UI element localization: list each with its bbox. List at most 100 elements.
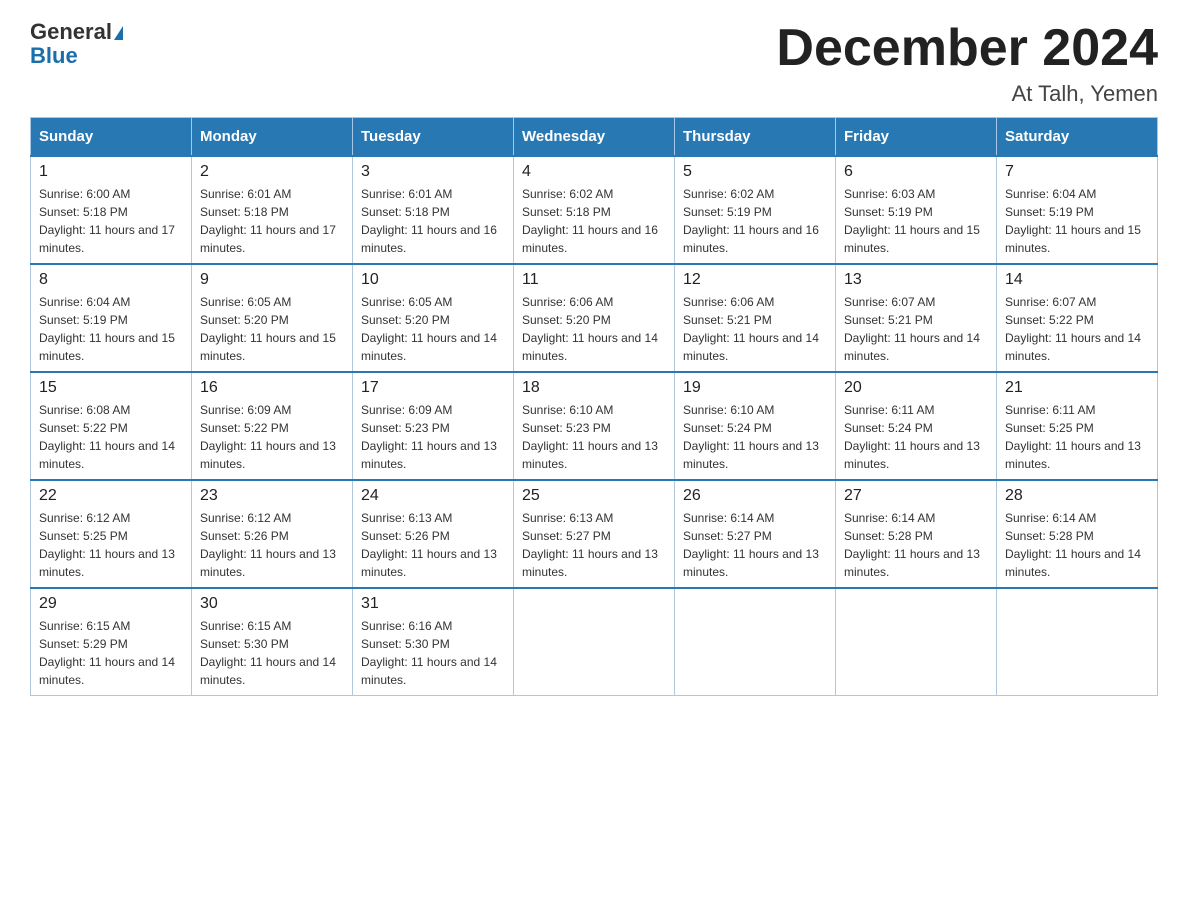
calendar-cell: 5 Sunrise: 6:02 AM Sunset: 5:19 PM Dayli… — [675, 156, 836, 264]
day-info: Sunrise: 6:11 AM Sunset: 5:24 PM Dayligh… — [844, 401, 988, 473]
week-row-3: 15 Sunrise: 6:08 AM Sunset: 5:22 PM Dayl… — [31, 372, 1158, 480]
day-info: Sunrise: 6:09 AM Sunset: 5:22 PM Dayligh… — [200, 401, 344, 473]
day-number: 21 — [1005, 379, 1149, 397]
day-number: 23 — [200, 487, 344, 505]
day-info: Sunrise: 6:04 AM Sunset: 5:19 PM Dayligh… — [39, 293, 183, 365]
day-number: 8 — [39, 271, 183, 289]
day-info: Sunrise: 6:14 AM Sunset: 5:28 PM Dayligh… — [844, 509, 988, 581]
day-number: 30 — [200, 595, 344, 613]
week-row-2: 8 Sunrise: 6:04 AM Sunset: 5:19 PM Dayli… — [31, 264, 1158, 372]
calendar-cell: 16 Sunrise: 6:09 AM Sunset: 5:22 PM Dayl… — [192, 372, 353, 480]
calendar-cell: 20 Sunrise: 6:11 AM Sunset: 5:24 PM Dayl… — [836, 372, 997, 480]
calendar-cell: 28 Sunrise: 6:14 AM Sunset: 5:28 PM Dayl… — [997, 480, 1158, 588]
day-info: Sunrise: 6:01 AM Sunset: 5:18 PM Dayligh… — [200, 185, 344, 257]
day-number: 31 — [361, 595, 505, 613]
day-info: Sunrise: 6:02 AM Sunset: 5:19 PM Dayligh… — [683, 185, 827, 257]
day-info: Sunrise: 6:05 AM Sunset: 5:20 PM Dayligh… — [200, 293, 344, 365]
calendar-cell: 2 Sunrise: 6:01 AM Sunset: 5:18 PM Dayli… — [192, 156, 353, 264]
day-info: Sunrise: 6:13 AM Sunset: 5:27 PM Dayligh… — [522, 509, 666, 581]
calendar-cell: 15 Sunrise: 6:08 AM Sunset: 5:22 PM Dayl… — [31, 372, 192, 480]
header-tuesday: Tuesday — [353, 118, 514, 157]
day-info: Sunrise: 6:04 AM Sunset: 5:19 PM Dayligh… — [1005, 185, 1149, 257]
header-friday: Friday — [836, 118, 997, 157]
day-info: Sunrise: 6:12 AM Sunset: 5:25 PM Dayligh… — [39, 509, 183, 581]
week-row-1: 1 Sunrise: 6:00 AM Sunset: 5:18 PM Dayli… — [31, 156, 1158, 264]
logo-triangle-icon — [114, 26, 123, 40]
day-number: 15 — [39, 379, 183, 397]
calendar-cell: 11 Sunrise: 6:06 AM Sunset: 5:20 PM Dayl… — [514, 264, 675, 372]
day-number: 11 — [522, 271, 666, 289]
calendar-cell: 24 Sunrise: 6:13 AM Sunset: 5:26 PM Dayl… — [353, 480, 514, 588]
week-row-4: 22 Sunrise: 6:12 AM Sunset: 5:25 PM Dayl… — [31, 480, 1158, 588]
day-number: 5 — [683, 163, 827, 181]
header-saturday: Saturday — [997, 118, 1158, 157]
logo: General Blue — [30, 20, 123, 68]
day-info: Sunrise: 6:16 AM Sunset: 5:30 PM Dayligh… — [361, 617, 505, 689]
calendar-cell: 31 Sunrise: 6:16 AM Sunset: 5:30 PM Dayl… — [353, 588, 514, 696]
day-info: Sunrise: 6:07 AM Sunset: 5:22 PM Dayligh… — [1005, 293, 1149, 365]
logo-general-text: General — [30, 19, 112, 44]
calendar-table: SundayMondayTuesdayWednesdayThursdayFrid… — [30, 117, 1158, 696]
day-info: Sunrise: 6:14 AM Sunset: 5:27 PM Dayligh… — [683, 509, 827, 581]
day-number: 7 — [1005, 163, 1149, 181]
header-monday: Monday — [192, 118, 353, 157]
calendar-cell: 10 Sunrise: 6:05 AM Sunset: 5:20 PM Dayl… — [353, 264, 514, 372]
logo-blue-text: Blue — [30, 43, 78, 68]
day-info: Sunrise: 6:06 AM Sunset: 5:21 PM Dayligh… — [683, 293, 827, 365]
day-info: Sunrise: 6:02 AM Sunset: 5:18 PM Dayligh… — [522, 185, 666, 257]
day-number: 14 — [1005, 271, 1149, 289]
calendar-cell: 14 Sunrise: 6:07 AM Sunset: 5:22 PM Dayl… — [997, 264, 1158, 372]
calendar-cell: 21 Sunrise: 6:11 AM Sunset: 5:25 PM Dayl… — [997, 372, 1158, 480]
calendar-subtitle: At Talh, Yemen — [776, 81, 1158, 107]
day-number: 10 — [361, 271, 505, 289]
calendar-cell: 13 Sunrise: 6:07 AM Sunset: 5:21 PM Dayl… — [836, 264, 997, 372]
calendar-cell: 18 Sunrise: 6:10 AM Sunset: 5:23 PM Dayl… — [514, 372, 675, 480]
day-number: 13 — [844, 271, 988, 289]
day-info: Sunrise: 6:07 AM Sunset: 5:21 PM Dayligh… — [844, 293, 988, 365]
day-number: 20 — [844, 379, 988, 397]
calendar-cell: 26 Sunrise: 6:14 AM Sunset: 5:27 PM Dayl… — [675, 480, 836, 588]
title-block: December 2024 At Talh, Yemen — [776, 20, 1158, 107]
day-info: Sunrise: 6:11 AM Sunset: 5:25 PM Dayligh… — [1005, 401, 1149, 473]
day-info: Sunrise: 6:10 AM Sunset: 5:23 PM Dayligh… — [522, 401, 666, 473]
page-header: General Blue December 2024 At Talh, Yeme… — [30, 20, 1158, 107]
calendar-cell: 19 Sunrise: 6:10 AM Sunset: 5:24 PM Dayl… — [675, 372, 836, 480]
day-number: 27 — [844, 487, 988, 505]
day-info: Sunrise: 6:08 AM Sunset: 5:22 PM Dayligh… — [39, 401, 183, 473]
day-number: 16 — [200, 379, 344, 397]
calendar-cell: 12 Sunrise: 6:06 AM Sunset: 5:21 PM Dayl… — [675, 264, 836, 372]
day-info: Sunrise: 6:15 AM Sunset: 5:29 PM Dayligh… — [39, 617, 183, 689]
calendar-cell — [514, 588, 675, 696]
day-info: Sunrise: 6:00 AM Sunset: 5:18 PM Dayligh… — [39, 185, 183, 257]
header-wednesday: Wednesday — [514, 118, 675, 157]
calendar-cell: 7 Sunrise: 6:04 AM Sunset: 5:19 PM Dayli… — [997, 156, 1158, 264]
day-number: 22 — [39, 487, 183, 505]
calendar-cell — [675, 588, 836, 696]
week-row-5: 29 Sunrise: 6:15 AM Sunset: 5:29 PM Dayl… — [31, 588, 1158, 696]
calendar-cell — [836, 588, 997, 696]
calendar-cell: 22 Sunrise: 6:12 AM Sunset: 5:25 PM Dayl… — [31, 480, 192, 588]
day-number: 2 — [200, 163, 344, 181]
day-info: Sunrise: 6:15 AM Sunset: 5:30 PM Dayligh… — [200, 617, 344, 689]
calendar-cell: 9 Sunrise: 6:05 AM Sunset: 5:20 PM Dayli… — [192, 264, 353, 372]
day-number: 3 — [361, 163, 505, 181]
day-number: 26 — [683, 487, 827, 505]
day-info: Sunrise: 6:13 AM Sunset: 5:26 PM Dayligh… — [361, 509, 505, 581]
day-info: Sunrise: 6:06 AM Sunset: 5:20 PM Dayligh… — [522, 293, 666, 365]
calendar-cell: 3 Sunrise: 6:01 AM Sunset: 5:18 PM Dayli… — [353, 156, 514, 264]
calendar-cell: 30 Sunrise: 6:15 AM Sunset: 5:30 PM Dayl… — [192, 588, 353, 696]
calendar-cell: 6 Sunrise: 6:03 AM Sunset: 5:19 PM Dayli… — [836, 156, 997, 264]
day-info: Sunrise: 6:10 AM Sunset: 5:24 PM Dayligh… — [683, 401, 827, 473]
day-number: 9 — [200, 271, 344, 289]
day-number: 29 — [39, 595, 183, 613]
day-number: 28 — [1005, 487, 1149, 505]
day-number: 17 — [361, 379, 505, 397]
calendar-cell: 8 Sunrise: 6:04 AM Sunset: 5:19 PM Dayli… — [31, 264, 192, 372]
day-info: Sunrise: 6:09 AM Sunset: 5:23 PM Dayligh… — [361, 401, 505, 473]
day-number: 1 — [39, 163, 183, 181]
day-info: Sunrise: 6:14 AM Sunset: 5:28 PM Dayligh… — [1005, 509, 1149, 581]
calendar-cell: 17 Sunrise: 6:09 AM Sunset: 5:23 PM Dayl… — [353, 372, 514, 480]
header-thursday: Thursday — [675, 118, 836, 157]
day-number: 4 — [522, 163, 666, 181]
day-number: 6 — [844, 163, 988, 181]
